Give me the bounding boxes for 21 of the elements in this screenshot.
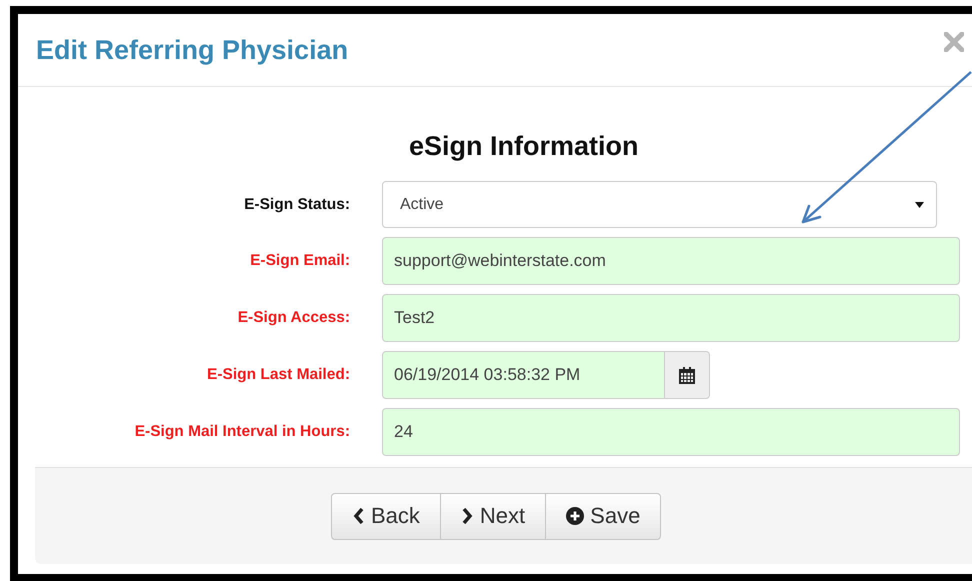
field-label: E-Sign Last Mailed:	[207, 366, 350, 384]
status-dropdown[interactable]: Active	[382, 181, 937, 228]
field-label: E-Sign Mail Interval in Hours:	[134, 423, 350, 441]
field-label: E-Sign Access:	[238, 309, 350, 327]
calendar-button[interactable]	[665, 351, 710, 399]
text-field[interactable]: 24	[382, 408, 960, 456]
chevron-left-icon	[352, 507, 365, 525]
save-button[interactable]: Save	[545, 492, 662, 540]
section-heading: eSign Information	[409, 131, 640, 161]
back-button[interactable]: Back	[331, 492, 441, 540]
date-field[interactable]: 06/19/2014 03:58:32 PM	[382, 351, 665, 399]
text-field[interactable]: support@webinterstate.com	[382, 237, 960, 285]
chevron-right-icon	[460, 507, 474, 525]
caret-icon	[915, 202, 924, 208]
dialog-title: Edit Referring Physician	[36, 34, 348, 66]
field-label: E-Sign Email:	[250, 252, 350, 270]
text-field[interactable]: Test2	[382, 294, 960, 342]
calendar-icon	[679, 366, 695, 384]
next-button[interactable]: Next	[440, 492, 546, 540]
field-label: E-Sign Status:	[244, 196, 350, 214]
plus-circle-icon	[566, 507, 584, 525]
